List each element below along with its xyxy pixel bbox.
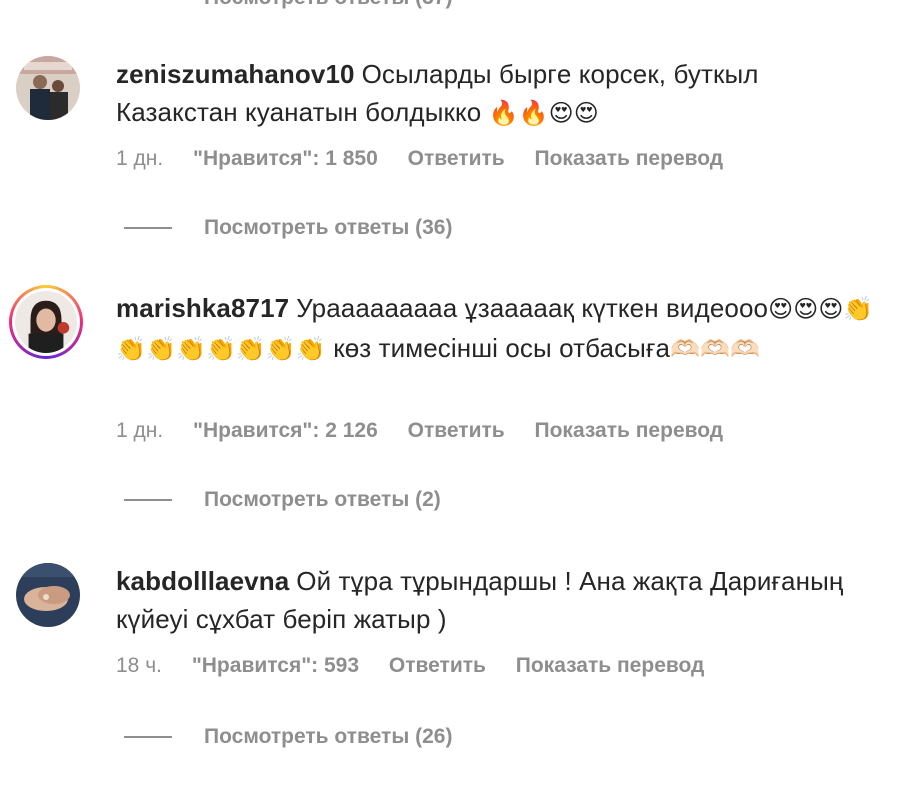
comment-body-2: көз тимесінші осы отбасыға [333,333,671,363]
reply-button[interactable]: Ответить [389,654,486,677]
avatar-story-ring[interactable] [9,285,83,359]
comment-meta: 18 ч. "Нравится": 593 Ответить Показать … [116,654,728,678]
view-replies-partial[interactable]: Посмотреть ответы (37) [204,0,452,10]
comment-emojis: 🔥🔥😍😍 [488,100,599,127]
avatar[interactable] [16,56,80,120]
replies-line [124,227,172,230]
avatar-photo [15,291,77,353]
comment-username[interactable]: zeniszumahanov10 [116,59,355,89]
comment-username[interactable]: marishka8717 [116,293,289,323]
view-replies-label: Посмотреть ответы (36) [204,216,453,239]
comment-text: zeniszumahanov10 Осыларды быргe корсек, б… [116,55,876,133]
likes-count[interactable]: "Нравится": 1 850 [193,147,378,170]
comment-body: Урааааааааа ұзааааақ күткен видеооо [296,293,769,323]
replies-line [124,499,172,502]
translate-button[interactable]: Показать перевод [516,654,705,677]
partial-label: Посмотреть ответы (37) [204,0,452,9]
view-replies-button[interactable]: Посмотреть ответы (2) [124,488,441,512]
view-replies-label: Посмотреть ответы (26) [204,725,453,748]
comment-time[interactable]: 1 дн. [116,419,163,442]
comment-meta: 1 дн. "Нравится": 1 850 Ответить Показат… [116,147,747,171]
comment-time[interactable]: 18 ч. [116,654,162,677]
avatar[interactable] [16,563,80,627]
comment-emojis-2: 🫶🏻🫶🏻🫶🏻 [670,336,761,363]
view-replies-label: Посмотреть ответы (2) [204,488,441,511]
translate-button[interactable]: Показать перевод [535,147,724,170]
translate-button[interactable]: Показать перевод [535,419,724,442]
replies-line [124,736,172,739]
view-replies-button[interactable]: Посмотреть ответы (26) [124,725,452,749]
reply-button[interactable]: Ответить [408,147,505,170]
comment-username[interactable]: kabdolllaevna [116,566,289,596]
view-replies-button[interactable]: Посмотреть ответы (36) [124,216,452,240]
likes-count[interactable]: "Нравится": 2 126 [193,419,378,442]
avatar-photo [16,563,80,627]
likes-count[interactable]: "Нравится": 593 [192,654,359,677]
comment-text: kabdolllaevna Ой тұра тұрындаршы ! Ана жа… [116,562,876,638]
comment-text: marishka8717 Урааааааааа ұзааааақ күткен … [116,289,876,369]
reply-button[interactable]: Ответить [408,419,505,442]
avatar [12,288,80,356]
avatar-photo [16,56,80,120]
comment-time[interactable]: 1 дн. [116,147,163,170]
comment-meta: 1 дн. "Нравится": 2 126 Ответить Показат… [116,419,747,443]
